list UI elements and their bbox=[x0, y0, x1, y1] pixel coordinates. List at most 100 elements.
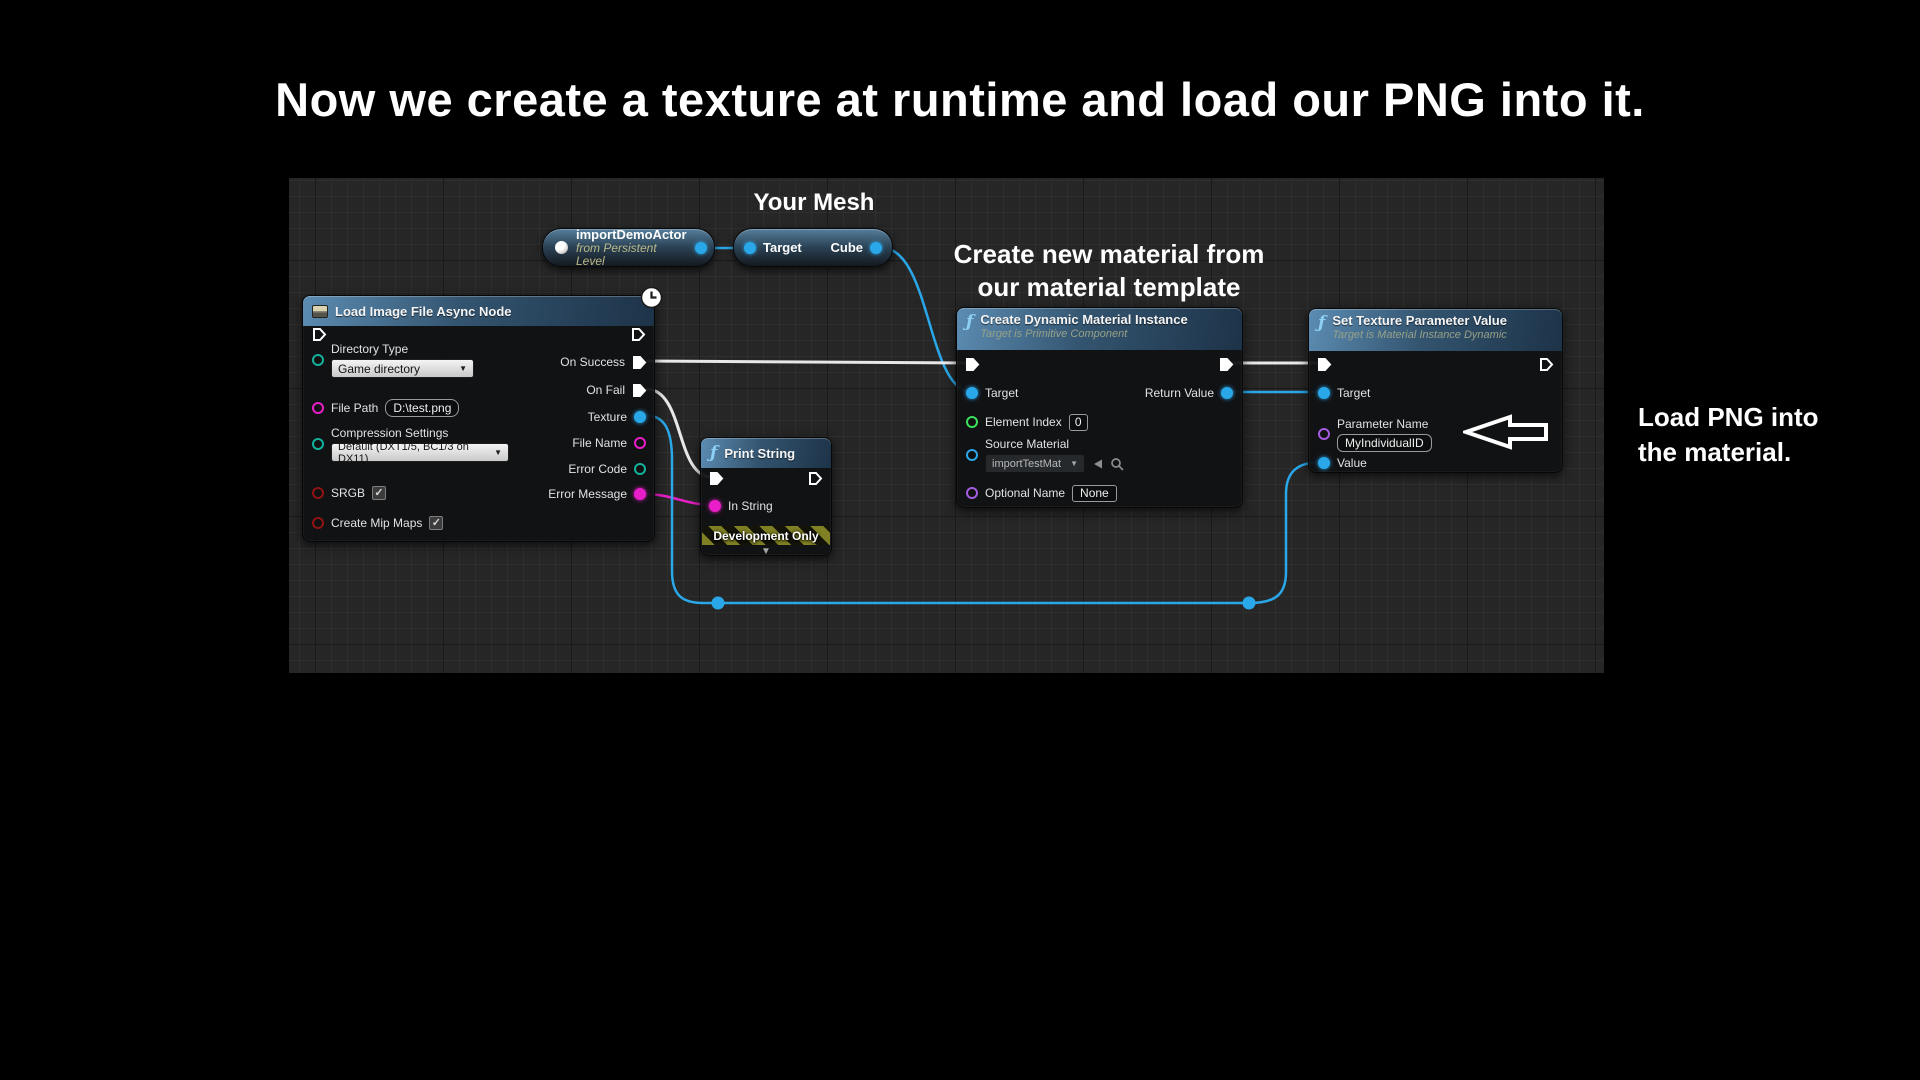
create-material-line2: our material template bbox=[949, 271, 1269, 304]
reroute-node[interactable] bbox=[712, 597, 725, 610]
source-material-value: importTestMat bbox=[992, 458, 1061, 470]
mipmaps-label: Create Mip Maps bbox=[331, 516, 422, 530]
return-value-pin[interactable] bbox=[1221, 387, 1233, 399]
texture-pin[interactable] bbox=[634, 411, 646, 423]
mipmaps-checkbox[interactable]: ✓ bbox=[429, 516, 443, 530]
file-path-input[interactable]: D:\test.png bbox=[385, 399, 459, 417]
on-success-label: On Success bbox=[560, 355, 625, 369]
page: Now we create a texture at runtime and l… bbox=[0, 0, 1920, 1080]
parameter-name-pin[interactable] bbox=[1318, 428, 1330, 440]
create-material-label: Create new material from our material te… bbox=[949, 238, 1269, 304]
cube-target-pin[interactable] bbox=[744, 242, 756, 254]
set-texture-header[interactable]: ƒ Set Texture Parameter Value Target is … bbox=[1309, 309, 1562, 351]
set-texture-subtitle: Target is Material Instance Dynamic bbox=[1332, 329, 1507, 341]
expand-node-caret[interactable]: ▼ bbox=[701, 546, 831, 557]
load-png-line2: the material. bbox=[1638, 435, 1819, 470]
element-index-pin[interactable] bbox=[966, 416, 978, 428]
texture-label: Texture bbox=[588, 410, 627, 424]
source-material-label: Source Material bbox=[985, 437, 1124, 451]
actor-title: importDemoActor bbox=[576, 228, 687, 242]
async-task-icon bbox=[312, 305, 328, 318]
target-label: Target bbox=[985, 386, 1018, 400]
element-index-label: Element Index bbox=[985, 415, 1062, 429]
target-pin[interactable] bbox=[1318, 387, 1330, 399]
in-string-pin[interactable] bbox=[709, 500, 721, 512]
exec-out-pin[interactable] bbox=[1219, 357, 1234, 372]
ps-exec-out-row bbox=[808, 468, 823, 488]
node-load-image-file-async[interactable]: Load Image File Async Node Directory Typ… bbox=[302, 295, 655, 542]
on-success-pin[interactable] bbox=[632, 355, 647, 370]
stp-exec-out-row bbox=[1539, 354, 1554, 374]
directory-type-dropdown[interactable]: Game directory ▼ bbox=[331, 359, 474, 378]
compression-value: Default (DXT1/5, BC1/3 on DX11) bbox=[338, 441, 488, 465]
node-cube-component[interactable]: Target Cube bbox=[733, 228, 893, 267]
optional-name-label: Optional Name bbox=[985, 486, 1065, 500]
exec-in-pin[interactable] bbox=[965, 357, 980, 372]
optional-name-pin[interactable] bbox=[966, 487, 978, 499]
print-string-header[interactable]: ƒ Print String bbox=[701, 438, 831, 468]
element-index-input[interactable]: 0 bbox=[1069, 414, 1088, 431]
exec-in-pin[interactable] bbox=[709, 471, 724, 486]
value-pin[interactable] bbox=[1318, 457, 1330, 469]
load-png-label: Load PNG into the material. bbox=[1638, 400, 1819, 470]
page-title: Now we create a texture at runtime and l… bbox=[0, 72, 1920, 127]
return-value-row: Return Value bbox=[1145, 383, 1233, 403]
directory-type-value: Game directory bbox=[338, 362, 420, 376]
file-path-pin[interactable] bbox=[312, 402, 324, 414]
parameter-name-input[interactable]: MyIndividualID bbox=[1337, 434, 1432, 452]
error-code-pin[interactable] bbox=[634, 463, 646, 475]
latent-clock-icon bbox=[640, 286, 663, 314]
cube-output-pin[interactable] bbox=[870, 242, 882, 254]
function-icon: ƒ bbox=[966, 314, 973, 331]
set-texture-title: Set Texture Parameter Value bbox=[1332, 313, 1507, 328]
stp-target-row: Target bbox=[1318, 383, 1370, 403]
browse-asset-icon[interactable] bbox=[1110, 457, 1124, 471]
create-dmi-header[interactable]: ƒ Create Dynamic Material Instance Targe… bbox=[957, 308, 1242, 350]
optional-name-input[interactable]: None bbox=[1072, 485, 1117, 502]
file-name-pin[interactable] bbox=[634, 437, 646, 449]
source-material-pin[interactable] bbox=[966, 449, 978, 461]
node-create-dynamic-material-instance[interactable]: ƒ Create Dynamic Material Instance Targe… bbox=[956, 307, 1243, 508]
load-image-header[interactable]: Load Image File Async Node bbox=[303, 296, 654, 326]
directory-type-pin[interactable] bbox=[312, 354, 324, 366]
error-message-pin[interactable] bbox=[634, 488, 646, 500]
exec-out-pin[interactable] bbox=[1539, 357, 1554, 372]
callout-arrow-icon bbox=[1463, 414, 1549, 451]
error-message-label: Error Message bbox=[548, 487, 627, 501]
mipmaps-pin[interactable] bbox=[312, 517, 324, 529]
texture-row: Texture bbox=[588, 407, 646, 427]
reroute-node[interactable] bbox=[1243, 597, 1256, 610]
error-code-row: Error Code bbox=[568, 459, 646, 479]
source-material-dropdown[interactable]: importTestMat ▼ bbox=[985, 454, 1085, 473]
exec-out-pin[interactable] bbox=[808, 471, 823, 486]
srgb-pin[interactable] bbox=[312, 487, 324, 499]
caret-down-icon: ▼ bbox=[1070, 460, 1078, 468]
development-only-banner: Development Only bbox=[702, 526, 830, 545]
wire-onsuccess-exec[interactable] bbox=[646, 361, 970, 363]
source-material-row: Source Material importTestMat ▼ bbox=[966, 434, 1124, 476]
node-print-string[interactable]: ƒ Print String In String Development Onl… bbox=[700, 437, 832, 556]
create-dmi-title: Create Dynamic Material Instance bbox=[980, 312, 1187, 327]
use-asset-arrow-icon[interactable] bbox=[1091, 458, 1104, 470]
srgb-checkbox[interactable]: ✓ bbox=[372, 486, 386, 500]
print-string-title: Print String bbox=[724, 446, 795, 461]
value-row: Value bbox=[1318, 453, 1367, 473]
cube-output-label: Cube bbox=[831, 241, 864, 255]
exec-out-pin[interactable] bbox=[631, 327, 646, 342]
node-import-demo-actor[interactable]: importDemoActor from Persistent Level bbox=[542, 228, 715, 267]
dmi-exec-out-row bbox=[1219, 354, 1234, 374]
on-fail-pin[interactable] bbox=[632, 383, 647, 398]
target-pin[interactable] bbox=[966, 387, 978, 399]
blueprint-graph-canvas[interactable]: Your Mesh Create new material from our m… bbox=[289, 178, 1604, 673]
compression-dropdown[interactable]: Default (DXT1/5, BC1/3 on DX11) ▼ bbox=[331, 443, 509, 462]
development-only-label: Development Only bbox=[713, 529, 818, 543]
actor-subtitle: from Persistent Level bbox=[576, 242, 687, 268]
exec-in-pin[interactable] bbox=[1317, 357, 1332, 372]
check-icon: ✓ bbox=[374, 488, 383, 499]
srgb-label: SRGB bbox=[331, 486, 365, 500]
on-fail-row: On Fail bbox=[586, 380, 647, 400]
caret-down-icon: ▼ bbox=[494, 449, 502, 457]
in-string-label: In String bbox=[728, 499, 773, 513]
actor-output-pin[interactable] bbox=[695, 242, 707, 254]
compression-pin[interactable] bbox=[312, 438, 324, 450]
